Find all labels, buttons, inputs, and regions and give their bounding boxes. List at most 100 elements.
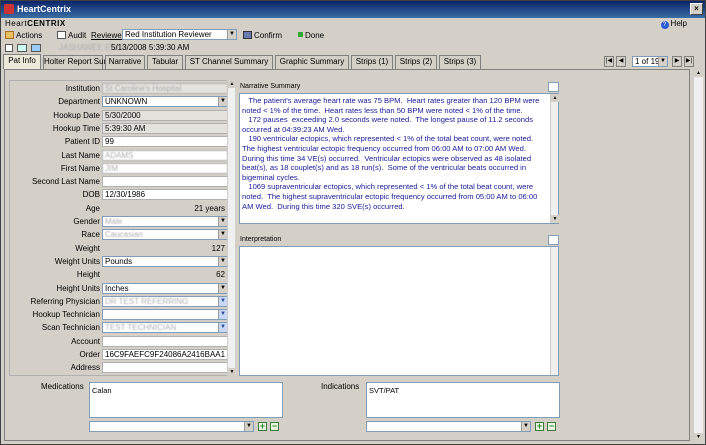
first-page-button[interactable]: |◀ [604,56,614,67]
race-select[interactable]: Caucasian ▼ [102,229,228,241]
waveform-icon[interactable] [548,235,559,245]
last-name-field[interactable]: ADAMS [102,149,228,161]
close-window-button[interactable]: × [690,3,703,15]
patient-bar: JASHAWEE EDER 5/13/2008 5:39:30 AM [1,42,705,54]
page-select[interactable]: 1 of 19 ▼ [632,56,668,67]
field-label: Institution [65,84,100,93]
scroll-up-icon[interactable]: ▲ [694,69,703,77]
chevron-down-icon[interactable]: ▼ [218,283,227,293]
medication-item[interactable]: Calan [92,386,112,395]
second-last-name-field[interactable] [102,176,228,188]
chevron-down-icon[interactable]: ▼ [218,230,227,240]
chevron-down-icon[interactable]: ▼ [244,422,253,431]
field-label: Height [76,270,100,280]
field-label: Height Units [56,283,100,293]
scroll-down-icon[interactable]: ▼ [694,433,703,441]
field-label: Hookup Time [52,123,100,133]
tab-pat-info[interactable]: Pat Info [3,54,41,69]
chevron-down-icon[interactable]: ▼ [218,217,227,226]
done-button[interactable]: Done [298,30,324,41]
chevron-down-icon[interactable]: ▼ [218,310,227,320]
hookup-date-field[interactable]: 5/30/2000 [102,109,228,121]
monitor-icon [31,44,41,52]
tab-narrative[interactable]: Narrative [105,55,145,69]
field-label: Account [71,336,100,346]
height-field[interactable]: 62 [102,269,228,280]
chevron-down-icon[interactable]: ▼ [521,422,530,431]
narrative-text: The patient's average heart rate was 75 … [242,96,540,211]
interpretation-scrollbar[interactable] [550,247,558,375]
chevron-down-icon[interactable]: ▼ [218,97,227,107]
medications-list[interactable]: Calan [89,382,283,418]
patient-id-field[interactable]: 99 [102,136,228,148]
narrative-scrollbar[interactable]: ▲ ▼ [550,94,559,223]
tab-tabular[interactable]: Tabular [147,55,183,69]
scroll-up-icon[interactable]: ▲ [228,80,236,88]
gender-select[interactable]: Male ▼ [102,216,228,227]
tab-graphic-summary[interactable]: Graphic Summary [275,55,349,69]
referring-physician-select[interactable]: DR TEST REFERRING ▼ [102,295,228,307]
address-field[interactable] [102,362,228,374]
scan-technician-select[interactable]: TEST TECHNICIAN ▼ [102,322,228,334]
field-label: Referring Physician [30,296,100,306]
patient-icon [5,44,13,52]
field-label: Patient ID [64,137,100,147]
height-units-select[interactable]: Inches ▼ [102,282,228,294]
audit-icon [57,31,66,39]
window-scrollbar[interactable]: ▲ ▼ [693,69,703,441]
indication-item[interactable]: SVT/PAT [369,386,399,395]
tab-strips-3[interactable]: Strips (3) [439,55,481,69]
indications-list[interactable]: SVT/PAT [366,382,560,418]
reviewer-label: Reviewer [91,31,125,40]
field-label: First Name [60,163,100,173]
scroll-down-icon[interactable]: ▼ [551,215,559,223]
fields-scrollbar[interactable]: ▲ ▼ [227,80,236,376]
order-field[interactable]: 16C9FAEFC9F24086A2416BAA1 [102,349,228,360]
tab-strip: Pat Info Holter Report Summary Narrative Ta… [1,54,705,69]
audit-menu[interactable]: Audit [57,30,86,41]
remove-indication-button[interactable]: − [547,422,556,431]
waveform-icon[interactable] [548,82,559,92]
confirm-button[interactable]: Confirm [243,30,282,41]
institution-field[interactable]: St Caroline's Hospital [102,83,228,94]
actions-menu[interactable]: Actions [5,30,42,41]
next-page-button[interactable]: ▶ [672,56,682,67]
chevron-down-icon[interactable]: ▼ [218,323,227,333]
chevron-down-icon[interactable]: ▼ [218,296,227,306]
indications-select[interactable]: ▼ [366,421,531,432]
hookup-time-field[interactable]: 5:39:30 AM [102,122,228,134]
add-medication-button[interactable]: + [258,422,267,431]
chevron-down-icon[interactable]: ▼ [218,256,227,266]
interpretation-header: Interpretation [240,236,282,243]
add-indication-button[interactable]: + [535,422,544,431]
narrative-textarea[interactable]: The patient's average heart rate was 75 … [239,93,559,224]
account-field[interactable] [102,335,228,347]
reviewer-select[interactable]: Red Institution Reviewer ▼ [122,29,237,40]
window-title: HeartCentrix [17,4,72,14]
weight-field[interactable]: 127 [102,243,228,254]
dob-field[interactable]: 12/30/1986 [102,189,228,201]
department-select[interactable]: UNKNOWN ▼ [102,96,228,108]
tab-st-channel-summary[interactable]: ST Channel Summary [185,55,273,69]
weight-units-select[interactable]: Pounds ▼ [102,255,228,267]
scroll-up-icon[interactable]: ▲ [551,94,559,102]
first-name-field[interactable]: JIM [102,162,228,174]
chevron-down-icon[interactable]: ▼ [227,30,236,39]
tab-strips-1[interactable]: Strips (1) [351,55,393,69]
tab-holter-report-summary[interactable]: Holter Report Summary [43,55,128,69]
indications-label: Indications [321,382,360,391]
help-link[interactable]: ? Help [660,19,687,29]
patient-fields: Institution St Caroline's Hospital Departm… [9,80,231,376]
hookup-technician-select[interactable]: ▼ [102,309,228,321]
scroll-down-icon[interactable]: ▼ [228,368,236,376]
medications-select[interactable]: ▼ [89,421,254,432]
interpretation-textarea[interactable] [239,246,559,376]
remove-medication-button[interactable]: − [270,422,279,431]
prev-page-button[interactable]: ◀ [616,56,626,67]
tab-strips-2[interactable]: Strips (2) [395,55,437,69]
app-logo-icon [4,4,14,14]
help-icon: ? [660,21,669,29]
last-page-button[interactable]: ▶| [684,56,694,67]
chevron-down-icon[interactable]: ▼ [658,57,667,66]
field-label: Department [58,97,100,107]
